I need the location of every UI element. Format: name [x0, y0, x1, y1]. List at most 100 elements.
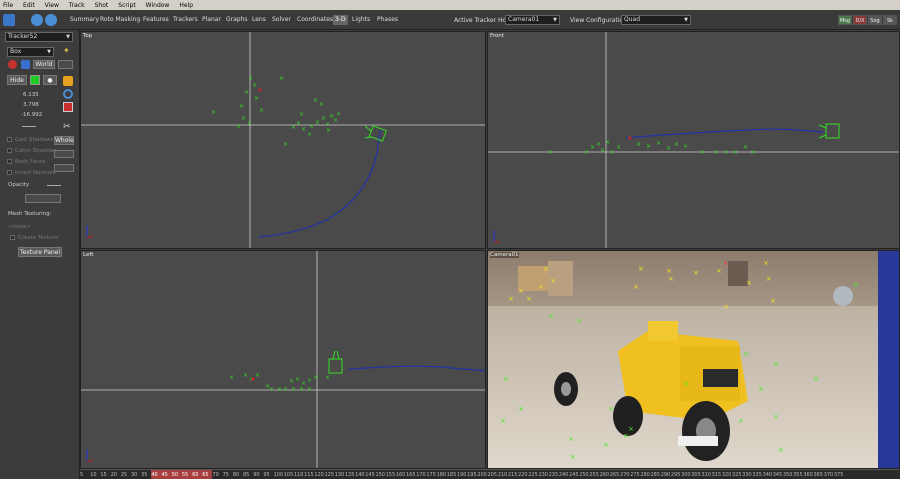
menu-file[interactable]: File — [3, 2, 13, 9]
mesh-texturing-label: Mesh Texturing: — [8, 211, 52, 217]
menu-shot[interactable]: Shot — [95, 2, 109, 9]
svg-text:×: × — [716, 267, 722, 275]
svg-text:×: × — [526, 295, 532, 303]
svg-text:×: × — [636, 141, 641, 148]
tab-trackers[interactable]: Trackers — [171, 15, 200, 25]
menu-edit[interactable]: Edit — [23, 2, 35, 9]
tab-planar[interactable]: Planar — [200, 15, 223, 25]
timeline-ruler[interactable]: 5 10 15 20 25 30 35 40 45 50 55 60 65 70 75 80 85 90 95 100… — [80, 469, 900, 479]
tab-phases[interactable]: Phases — [375, 15, 400, 25]
chevron-down-icon: ▼ — [47, 49, 51, 55]
ruler-tick: 165 — [406, 472, 416, 478]
svg-text:×: × — [763, 259, 769, 267]
svg-text:×: × — [326, 127, 331, 134]
dx-button[interactable]: D/X — [853, 15, 867, 25]
tab-lens[interactable]: Lens — [250, 15, 268, 25]
viewport-camera[interactable]: × × × × × × × × × × × × × × × × × × × × × × × × × × × × × ×… — [487, 250, 900, 469]
color-swatch[interactable] — [30, 75, 40, 85]
back-faces-checkbox[interactable] — [7, 159, 12, 164]
tab-solver[interactable]: Solver — [270, 15, 293, 25]
viewport-left[interactable]: Left × × × × × × × × × × × × × × × × × — [80, 250, 486, 469]
tab-lights[interactable]: Lights — [350, 15, 372, 25]
tab-coordinates[interactable]: Coordinates — [295, 15, 335, 25]
ruler-tick: 35 — [141, 472, 148, 478]
scale-icon[interactable] — [63, 102, 73, 112]
svg-text:×: × — [700, 149, 705, 156]
tab-3d[interactable]: 3-D — [333, 15, 348, 25]
tracker-host-select[interactable]: Camera01 ▼ — [505, 15, 560, 25]
ruler-tick: 175 — [426, 472, 436, 478]
svg-text:×: × — [247, 120, 252, 127]
svg-text:×: × — [723, 303, 729, 311]
chevron-down-icon: ▼ — [553, 17, 557, 23]
ruler-tick: 105 — [283, 472, 294, 478]
undo-icon[interactable] — [31, 14, 43, 26]
disabled-button — [54, 164, 74, 172]
delete-icon[interactable] — [8, 60, 17, 69]
cast-shadows-checkbox[interactable] — [7, 137, 12, 142]
menu-window[interactable]: Window — [146, 2, 170, 9]
hide-button[interactable]: Hide — [7, 75, 27, 85]
ruler-tick: 85 — [243, 472, 250, 478]
svg-text:×: × — [713, 149, 718, 156]
ruler-tick: 340 — [762, 472, 773, 478]
create-texture-checkbox[interactable] — [10, 235, 15, 240]
ruler-tick: 140 — [355, 472, 365, 478]
svg-text:×: × — [279, 75, 284, 82]
sog-button[interactable]: Sog — [868, 15, 882, 25]
tab-features[interactable]: Features — [141, 15, 171, 25]
sk-button[interactable]: Sk — [883, 15, 897, 25]
svg-text:×: × — [605, 139, 610, 146]
viewport-top[interactable]: Top × × × × × × × × × × × × × × × × × × × × × × × × × × × — [80, 31, 486, 249]
svg-text:×: × — [603, 441, 609, 449]
ruler-tick: 375 — [833, 472, 844, 478]
tracker-select-value: Tracker52 — [8, 33, 38, 40]
ruler-tick: 200 — [477, 472, 487, 478]
viewport-front[interactable]: Front × × × × × × × × × × × × × × × × × × × × — [487, 31, 900, 249]
svg-text:×: × — [738, 417, 744, 425]
dot-button[interactable]: ● — [43, 75, 57, 85]
opacity-label: Opacity — [8, 182, 30, 188]
invert-normals-checkbox[interactable] — [7, 170, 12, 175]
create-texture-label: Create Texture — [18, 235, 59, 241]
tab-graphs[interactable]: Graphs — [224, 15, 250, 25]
whole-button[interactable]: Whole — [54, 136, 74, 145]
ruler-tick: 270 — [619, 472, 630, 478]
view-config-select[interactable]: Quad ▼ — [621, 15, 691, 25]
disabled-button — [54, 150, 74, 158]
svg-text:×: × — [683, 143, 688, 150]
svg-text:×: × — [289, 378, 294, 385]
svg-text:×: × — [610, 149, 615, 156]
tab-summary[interactable]: Summary — [68, 15, 101, 25]
svg-text:×: × — [668, 275, 674, 283]
world-button[interactable]: World — [33, 60, 55, 69]
ruler-tick: 225 — [528, 472, 538, 478]
redo-icon[interactable] — [45, 14, 57, 26]
ruler-tick: 25 — [120, 472, 128, 478]
svg-text:×: × — [723, 260, 728, 267]
tab-roto-masking[interactable]: Roto Masking — [98, 15, 142, 25]
ruler-tick: 15 — [100, 472, 107, 478]
msg-button[interactable]: Msg — [838, 15, 852, 25]
viewport-top-canvas: ××× ××× ××× ××× ×× × ××× ××× ××× ××× — [81, 32, 485, 248]
ruler-tick: 295 — [670, 472, 681, 478]
ruler-tick: 5 — [80, 472, 84, 478]
texture-panel-button[interactable]: Texture Panel — [18, 247, 62, 257]
wand-icon[interactable]: ✦ — [63, 46, 72, 55]
rotate-icon[interactable] — [63, 89, 73, 99]
catch-shadows-checkbox[interactable] — [7, 148, 12, 153]
tracker-select[interactable]: Tracker52 ▼ — [5, 32, 73, 42]
svg-text:×: × — [313, 374, 318, 381]
save-icon[interactable] — [3, 14, 15, 26]
menu-script[interactable]: Script — [118, 2, 135, 9]
opacity-slider[interactable] — [47, 185, 61, 186]
menu-help[interactable]: Help — [179, 2, 193, 9]
move-icon[interactable] — [63, 76, 73, 86]
scissors-icon[interactable]: ✂ — [63, 122, 73, 132]
ruler-tick: 360 — [803, 472, 813, 478]
menu-view[interactable]: View — [45, 2, 59, 9]
shape-select[interactable]: Box ▼ — [7, 47, 54, 57]
lock-icon[interactable] — [21, 60, 30, 69]
menu-track[interactable]: Track — [69, 2, 85, 9]
ruler-tick: 335 — [752, 472, 762, 478]
